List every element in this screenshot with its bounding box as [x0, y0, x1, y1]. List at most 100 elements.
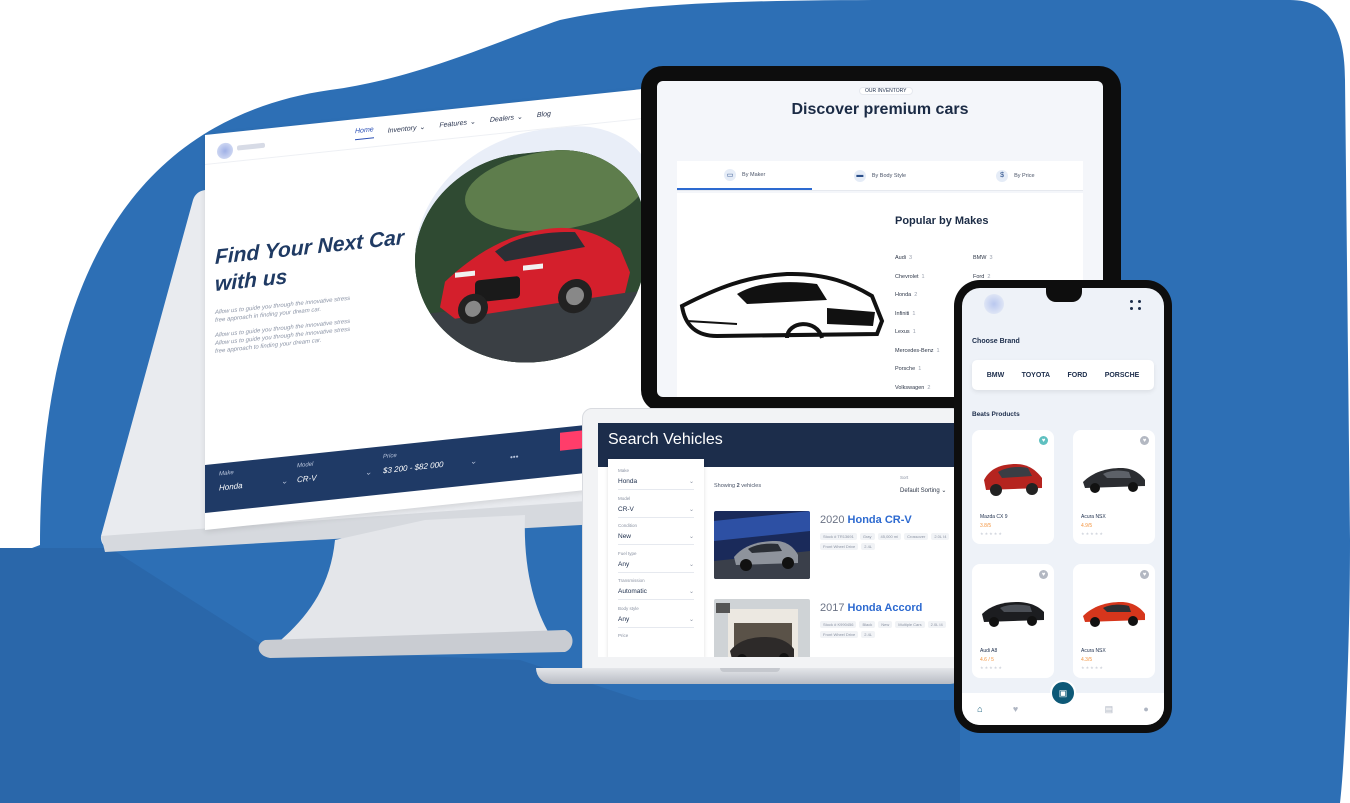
product-image [1083, 602, 1145, 627]
spec-chip: Crossover [904, 533, 929, 540]
phone-screen: Choose Brand BMW TOYOTA FORD PORSCHE Bea… [962, 288, 1164, 725]
brand-bmw[interactable]: BMW [987, 372, 1005, 379]
bag-icon[interactable]: ▣ [1050, 680, 1076, 706]
divider [618, 571, 694, 573]
filter-select[interactable]: Any [618, 561, 629, 568]
vehicle-title[interactable]: 2017 Honda Accord [820, 602, 922, 614]
nav-inventory[interactable]: Inventory ⌄ [388, 121, 426, 137]
inventory-badge: OUR INVENTORY [859, 87, 913, 95]
chevron-down-icon: ⌄ [688, 561, 694, 568]
make-label: Make [219, 469, 234, 478]
car-icon: ▭ [724, 168, 737, 181]
heart-icon[interactable]: ♥ [1013, 704, 1018, 714]
tab-by-body-style[interactable]: ▬ By Body Style [812, 161, 947, 190]
chevron-down-icon: ⌄ [688, 616, 694, 623]
spec-chip: 45,000 mi [877, 533, 902, 540]
chevron-down-icon: ⌄ [365, 467, 372, 478]
chevron-down-icon: ⌄ [281, 476, 288, 487]
heart-icon[interactable]: ♥ [1039, 570, 1048, 579]
phone-notch [1046, 286, 1082, 302]
vehicle-image[interactable] [714, 599, 810, 657]
product-card[interactable]: ♥ Mazda CX 9 3.8/5 ★★★★★ [972, 430, 1054, 544]
tab-label: By Price [1014, 172, 1035, 179]
sort-select[interactable]: Default Sorting ⌄ [900, 487, 946, 494]
filter-label: Price [618, 633, 629, 638]
tab-by-maker[interactable]: ▭ By Maker [677, 161, 813, 190]
make-link[interactable]: Audi 3 [895, 255, 912, 261]
divider [618, 626, 694, 628]
vehicle-image[interactable] [714, 511, 810, 579]
product-rating: 4.3/5 [1081, 657, 1093, 663]
product-card[interactable]: ♥ Acura NSX 4.9/5 ★★★★★ [1073, 430, 1155, 544]
filter-select[interactable]: New [618, 533, 631, 540]
laptop-screen: Search Vehicles Make Honda ⌄ Model CR-V ⌄ Cond… [598, 423, 956, 657]
spec-chip: Stock # K990456 [820, 621, 857, 628]
product-image [984, 464, 1042, 496]
rating-stars-icon: ★★★★★ [1081, 531, 1104, 536]
make-link[interactable]: Chevrolet 1 [895, 274, 925, 280]
popular-makes-title: Popular by Makes [895, 215, 989, 227]
chevron-down-icon: ⌄ [470, 456, 477, 467]
make-link[interactable]: BMW 3 [973, 255, 993, 261]
car-silhouette-icon [679, 271, 885, 339]
brand-porsche[interactable]: PORSCHE [1105, 372, 1140, 379]
tab-by-price[interactable]: $ By Price [948, 161, 1083, 190]
brand-toyota[interactable]: TOYOTA [1022, 372, 1051, 379]
heart-icon[interactable]: ♥ [1140, 570, 1149, 579]
more-options[interactable]: ••• [510, 452, 518, 462]
brand-ford[interactable]: FORD [1067, 372, 1087, 379]
site-logo[interactable] [217, 142, 233, 160]
make-link[interactable]: Lexus 1 [895, 329, 916, 335]
grid-menu-icon[interactable] [1130, 300, 1142, 310]
heart-icon[interactable]: ♥ [1039, 436, 1048, 445]
filters-panel: Make Honda ⌄ Model CR-V ⌄ Condition New ⌄ Fuel ty… [608, 459, 704, 657]
product-name: Audi A8 [980, 648, 998, 654]
home-icon[interactable]: ⌂ [977, 704, 982, 714]
make-select[interactable]: Honda [219, 481, 243, 492]
nav-blog[interactable]: Blog [537, 108, 551, 121]
filter-label: Fuel type [618, 550, 637, 556]
make-link[interactable]: Infiniti 1 [895, 311, 915, 317]
tab-label: By Body Style [871, 172, 907, 179]
make-link[interactable]: Mercedes-Benz 1 [895, 348, 940, 354]
search-title: Search Vehicles [608, 431, 723, 448]
page-title: Discover premium cars [791, 101, 969, 118]
make-link[interactable]: Porsche 1 [895, 366, 921, 372]
product-card[interactable]: ♥ Acura NSX 4.3/5 ★★★★★ [1073, 564, 1155, 678]
product-image [982, 602, 1044, 627]
model-label: Model [297, 461, 314, 470]
laptop-notch [720, 668, 780, 672]
chevron-down-icon: ⌄ [688, 534, 694, 540]
model-select[interactable]: CR-V [297, 473, 317, 484]
avatar[interactable] [984, 294, 1004, 314]
nav-dealers[interactable]: Dealers ⌄ [490, 111, 523, 126]
product-card[interactable]: ♥ Audi A8 4.6 / 5 ★★★★★ [972, 564, 1054, 678]
filter-select[interactable]: Automatic [618, 588, 647, 595]
make-link[interactable]: Volkswagen 2 [895, 385, 930, 391]
chevron-down-icon: ⌄ [419, 123, 426, 132]
make-link[interactable]: Ford 2 [973, 274, 990, 280]
price-select[interactable]: $3 200 - $82 000 [383, 460, 444, 475]
heart-icon[interactable]: ♥ [1140, 436, 1149, 445]
filter-select[interactable]: Any [618, 616, 629, 623]
rating-stars-icon: ★★★★★ [1081, 665, 1104, 670]
filter-label: Model [618, 495, 631, 501]
filter-label: Make [618, 468, 630, 473]
spec-chip: 2.4L [861, 631, 876, 638]
site-logo-text [237, 142, 265, 151]
chevron-down-icon: ⌄ [941, 488, 947, 494]
nav-features[interactable]: Features ⌄ [439, 116, 476, 132]
make-link[interactable]: Honda 2 [895, 292, 917, 298]
nav-home[interactable]: Home [355, 126, 374, 141]
clipboard-icon[interactable]: ▤ [1105, 704, 1114, 715]
divider [618, 489, 694, 490]
vehicle-title[interactable]: 2020 Honda CR-V [820, 514, 912, 526]
user-icon[interactable]: ● [1143, 704, 1148, 714]
filter-select[interactable]: Honda [618, 478, 637, 485]
hero-title: Find Your Next Car with us [215, 226, 405, 296]
spec-chip: Black [859, 621, 876, 628]
divider [618, 544, 694, 545]
spec-chip: Gray [859, 533, 875, 540]
suv-icon: ▬ [853, 169, 866, 182]
filter-select[interactable]: CR-V [618, 506, 634, 513]
